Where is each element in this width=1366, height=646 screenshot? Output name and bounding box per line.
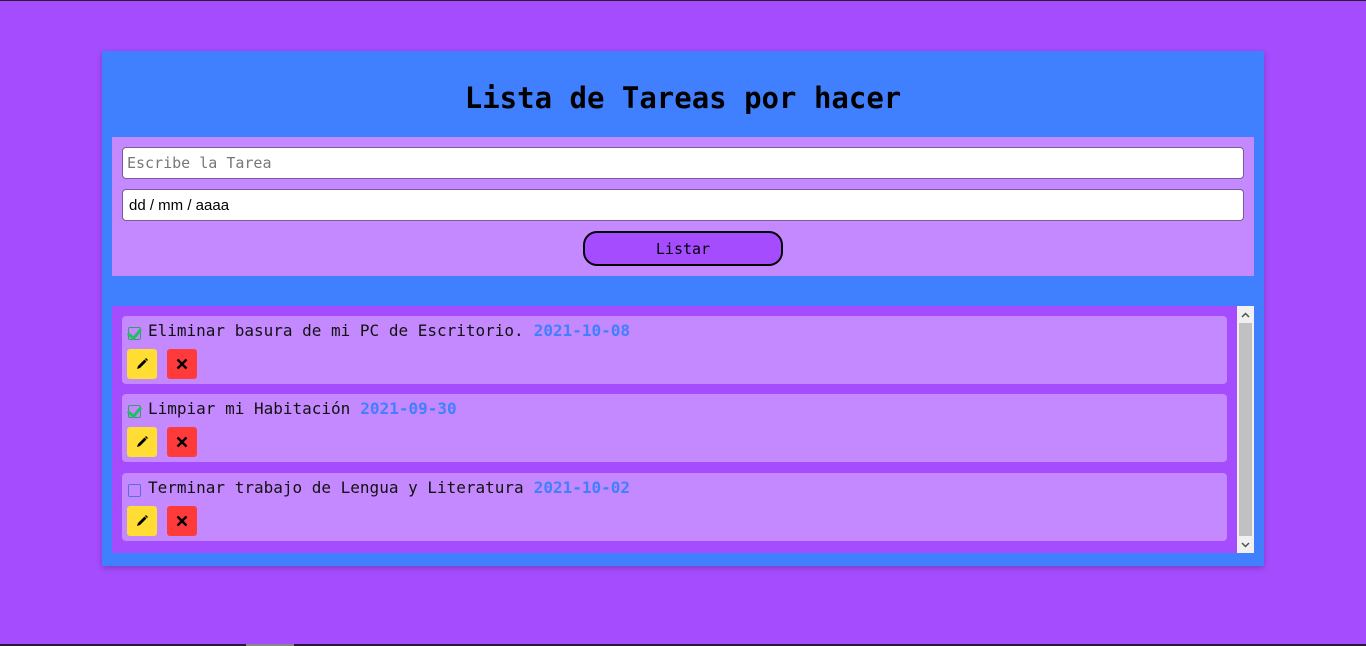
task-date: 2021-10-08 — [533, 321, 631, 340]
task-item: Limpiar mi Habitación 2021-09-30 — [122, 394, 1227, 462]
date-input-value: dd / mm / aaaa — [129, 196, 230, 214]
task-form: dd / mm / aaaa Listar — [112, 137, 1254, 276]
page-title: Lista de Tareas por hacer — [464, 81, 902, 115]
task-checkbox[interactable] — [128, 327, 141, 340]
close-icon — [176, 358, 188, 370]
edit-button[interactable] — [127, 427, 157, 457]
task-date: 2021-09-30 — [360, 399, 457, 418]
edit-button[interactable] — [127, 506, 157, 536]
date-input[interactable]: dd / mm / aaaa — [122, 189, 1244, 221]
delete-button[interactable] — [167, 506, 197, 536]
pencil-icon — [137, 436, 148, 447]
close-icon — [176, 515, 188, 527]
todo-card: Lista de Tareas por hacer dd / mm / aaaa… — [102, 51, 1264, 566]
task-text: Limpiar mi Habitación — [148, 399, 351, 418]
scroll-down-button[interactable] — [1237, 536, 1254, 553]
task-date: 2021-10-02 — [533, 478, 631, 497]
scroll-up-button[interactable] — [1237, 306, 1254, 323]
scrollbar[interactable] — [1237, 306, 1254, 553]
pencil-icon — [137, 358, 148, 369]
delete-button[interactable] — [167, 349, 197, 379]
delete-button[interactable] — [167, 427, 197, 457]
list-button[interactable]: Listar — [583, 231, 783, 266]
task-label: Limpiar mi Habitación 2021-09-30 — [148, 399, 457, 418]
task-item: Eliminar basura de mi PC de Escritorio. 2… — [122, 316, 1227, 384]
scrollbar-thumb[interactable] — [1239, 323, 1252, 536]
task-checkbox[interactable] — [128, 484, 141, 497]
chevron-down-icon — [1241, 541, 1250, 548]
task-label: Eliminar basura de mi PC de Escritorio. 2… — [148, 321, 630, 340]
close-icon — [176, 436, 188, 448]
edit-button[interactable] — [127, 349, 157, 379]
task-text: Eliminar basura de mi PC de Escritorio. — [148, 321, 524, 340]
task-input[interactable] — [122, 147, 1244, 179]
task-text: Terminar trabajo de Lengua y Literatura — [148, 478, 524, 497]
task-label: Terminar trabajo de Lengua y Literatura 2… — [148, 478, 630, 497]
chevron-up-icon — [1241, 311, 1250, 318]
task-list[interactable]: Eliminar basura de mi PC de Escritorio. 2… — [112, 306, 1254, 553]
task-checkbox[interactable] — [128, 405, 141, 418]
task-item: Terminar trabajo de Lengua y Literatura 2… — [122, 473, 1227, 541]
pencil-icon — [137, 515, 148, 526]
